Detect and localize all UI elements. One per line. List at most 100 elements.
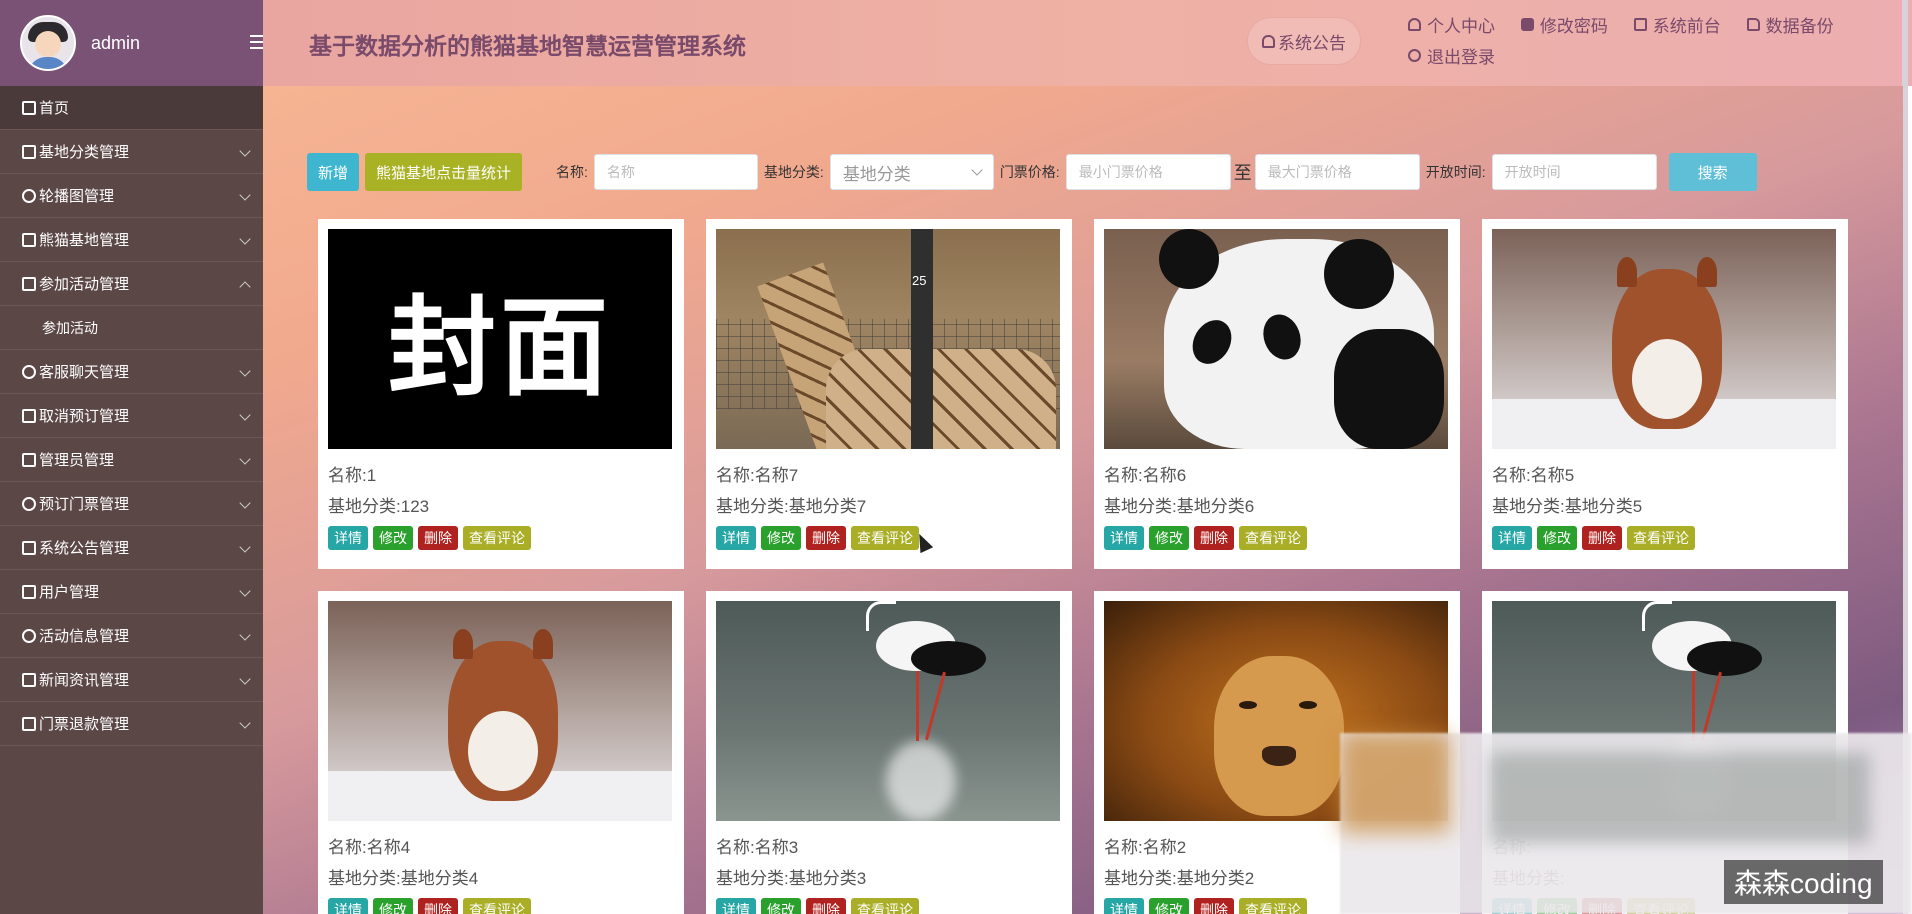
panda-image: [1104, 229, 1448, 449]
edit-button[interactable]: 修改: [761, 526, 801, 550]
card-name-prefix: 名称:: [716, 838, 755, 857]
sidebar-item-home[interactable]: 首页: [0, 86, 263, 130]
giraffe-image: 25: [716, 229, 1060, 449]
card-actions: 详情修改删除查看评论: [328, 898, 674, 914]
search-button[interactable]: 搜索: [1668, 153, 1757, 191]
max-price-input[interactable]: 最大门票价格: [1254, 154, 1420, 190]
change-password-link[interactable]: 修改密码: [1520, 12, 1608, 37]
sidebar-item-label: 用户管理: [39, 584, 100, 601]
menu-icon: [22, 716, 36, 731]
delete-button[interactable]: 删除: [418, 526, 458, 550]
menu-icon: [22, 188, 36, 203]
delete-button[interactable]: 删除: [1194, 898, 1234, 914]
squirrel-image: [328, 601, 672, 821]
view-reviews-button[interactable]: 查看评论: [851, 526, 919, 550]
data-backup-link[interactable]: 数据备份: [1746, 12, 1834, 37]
sidebar-item-3[interactable]: 熊猫基地管理: [0, 218, 263, 262]
menu-icon: [22, 628, 36, 643]
detail-button[interactable]: 详情: [328, 526, 368, 550]
card-category: 基地分类:基地分类5: [1492, 492, 1838, 517]
card-name: 名称:1: [328, 461, 674, 486]
card-category-value: 基地分类6: [1176, 497, 1255, 516]
sidebar-item-8[interactable]: 预订门票管理: [0, 482, 263, 526]
card-name-value: 名称2: [1142, 838, 1187, 857]
card-name-prefix: 名称:: [328, 466, 367, 485]
sidebar-item-7[interactable]: 管理员管理: [0, 438, 263, 482]
chevron-down-icon: [239, 497, 251, 509]
cover-text: 封面: [387, 286, 612, 411]
frontend-link[interactable]: 系统前台: [1633, 12, 1721, 37]
base-card: 封面 名称:1 基地分类:123 详情 修改 删除 查看评论: [318, 219, 684, 569]
detail-button[interactable]: 详情: [1104, 898, 1144, 914]
category-select[interactable]: 基地分类: [829, 154, 994, 190]
click-stat-button[interactable]: 熊猫基地点击量统计: [365, 153, 523, 191]
open-time-input[interactable]: 开放时间: [1491, 154, 1657, 190]
sidebar-item-13[interactable]: 门票退款管理: [0, 702, 263, 746]
card-category-prefix: 基地分类:: [328, 497, 401, 516]
edit-button[interactable]: 修改: [1537, 526, 1577, 550]
detail-button[interactable]: 详情: [1104, 526, 1144, 550]
sidebar-item-11[interactable]: 活动信息管理: [0, 614, 263, 658]
card-category-value: 基地分类3: [788, 869, 867, 888]
sidebar-item-label: 系统公告管理: [39, 540, 130, 557]
logout-link[interactable]: 退出登录: [1408, 43, 1495, 68]
detail-button[interactable]: 详情: [716, 898, 756, 914]
price-label: 门票价格:: [999, 164, 1060, 180]
sidebar-subitem-4-1[interactable]: 参加活动: [0, 306, 263, 350]
view-reviews-button[interactable]: 查看评论: [1239, 898, 1307, 914]
sidebar-item-4[interactable]: 参加活动管理: [0, 262, 263, 306]
delete-button[interactable]: 删除: [1194, 526, 1234, 550]
search-toolbar: 新增 熊猫基地点击量统计 名称: 名称 基地分类: 基地分类 门票价格: 最小门…: [307, 152, 1857, 192]
card-name-value: 名称7: [754, 466, 799, 485]
view-reviews-button[interactable]: 查看评论: [851, 898, 919, 914]
edit-button[interactable]: 修改: [373, 898, 413, 914]
view-reviews-button[interactable]: 查看评论: [1627, 526, 1695, 550]
sidebar-item-12[interactable]: 新闻资讯管理: [0, 658, 263, 702]
delete-button[interactable]: 删除: [1582, 526, 1622, 550]
personal-center-link[interactable]: 个人中心: [1408, 12, 1495, 37]
detail-button[interactable]: 详情: [1492, 526, 1532, 550]
sidebar-item-6[interactable]: 取消预订管理: [0, 394, 263, 438]
menu-icon: [22, 408, 36, 423]
card-actions: 详情修改删除查看评论: [1492, 526, 1838, 550]
sidebar-item-9[interactable]: 系统公告管理: [0, 526, 263, 570]
category-select-placeholder: 基地分类: [842, 164, 911, 184]
add-button[interactable]: 新增: [307, 153, 360, 191]
edit-button[interactable]: 修改: [373, 526, 413, 550]
user-icon: [1408, 18, 1421, 31]
sidebar-item-10[interactable]: 用户管理: [0, 570, 263, 614]
chevron-down-icon: [239, 233, 251, 245]
avatar[interactable]: [20, 15, 76, 71]
card-name-prefix: 名称:: [716, 466, 755, 485]
menu-icon: [22, 672, 36, 687]
base-card: 名称:名称4 基地分类:基地分类4 详情 修改 删除 查看评论: [318, 591, 684, 914]
data-backup-label: 数据备份: [1765, 17, 1834, 36]
top-header: 基于数据分析的熊猫基地智慧运营管理系统 系统公告 个人中心 修改密码 系统前台 …: [263, 0, 1912, 86]
edit-button[interactable]: 修改: [1149, 898, 1189, 914]
chevron-up-icon: [239, 281, 251, 293]
card-name-prefix: 名称:: [1492, 466, 1531, 485]
watermark: 森森coding: [1724, 860, 1883, 904]
sidebar-item-1[interactable]: 基地分类管理: [0, 130, 263, 174]
card-category: 基地分类:基地分类3: [716, 864, 1062, 889]
sidebar-item-5[interactable]: 客服聊天管理: [0, 350, 263, 394]
view-reviews-button[interactable]: 查看评论: [463, 526, 531, 550]
min-price-input[interactable]: 最小门票价格: [1065, 154, 1231, 190]
view-reviews-button[interactable]: 查看评论: [1239, 526, 1307, 550]
delete-button[interactable]: 删除: [806, 898, 846, 914]
delete-button[interactable]: 删除: [806, 526, 846, 550]
detail-button[interactable]: 详情: [716, 526, 756, 550]
system-notice-button[interactable]: 系统公告: [1247, 17, 1361, 65]
detail-button[interactable]: 详情: [328, 898, 368, 914]
menu-icon: [22, 232, 36, 247]
edit-button[interactable]: 修改: [761, 898, 801, 914]
card-name: 名称:名称7: [716, 461, 1062, 486]
name-input[interactable]: 名称: [593, 154, 758, 190]
edit-button[interactable]: 修改: [1149, 526, 1189, 550]
name-label: 名称:: [556, 164, 588, 180]
card-name-value: 名称4: [366, 838, 411, 857]
view-reviews-button[interactable]: 查看评论: [463, 898, 531, 914]
base-card: 名称:名称3 基地分类:基地分类3 详情 修改 删除 查看评论: [706, 591, 1072, 914]
sidebar-item-2[interactable]: 轮播图管理: [0, 174, 263, 218]
delete-button[interactable]: 删除: [418, 898, 458, 914]
